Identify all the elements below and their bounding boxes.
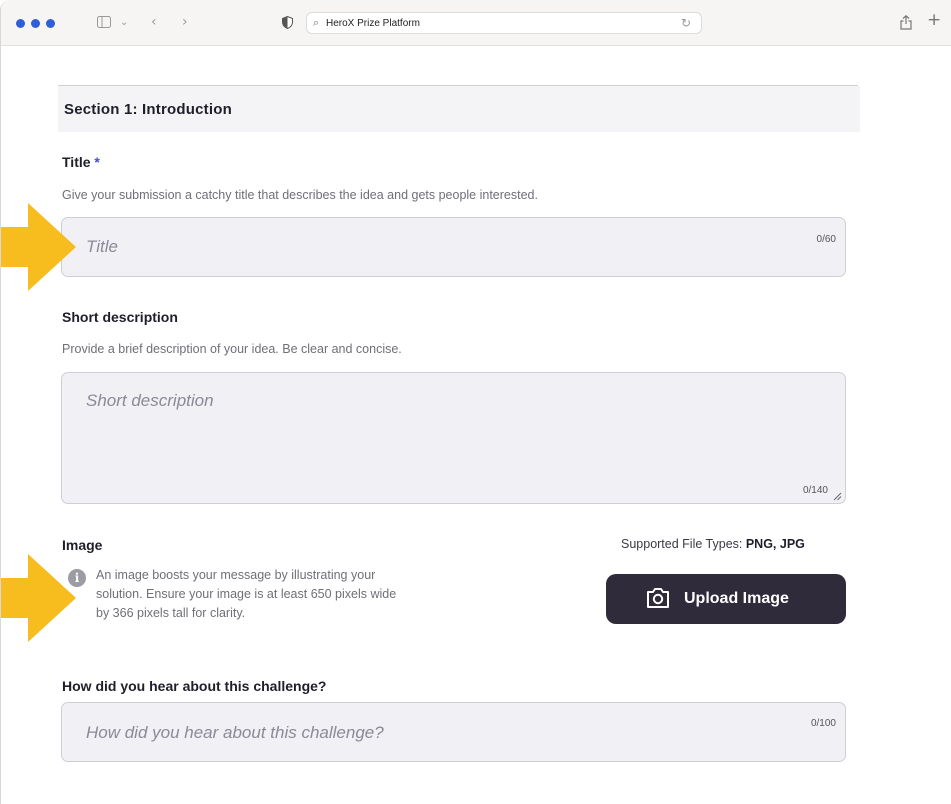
image-help-line: by 366 pixels tall for clarity.	[96, 606, 246, 620]
short-description-char-counter: 0/140	[802, 485, 828, 496]
title-placeholder: Title	[86, 237, 118, 256]
short-description-help-text: Provide a brief description of your idea…	[62, 342, 402, 356]
title-label: Title *	[62, 154, 100, 170]
hear-about-input[interactable]: How did you hear about this challenge? 0…	[61, 702, 846, 762]
zoom-window-button[interactable]	[46, 19, 55, 28]
supported-file-types: Supported File Types: PNG, JPG	[621, 537, 805, 551]
hear-about-char-counter: 0/100	[810, 718, 836, 729]
resize-handle-icon[interactable]	[832, 491, 842, 501]
browser-toolbar: ⌄ ‹ › ⌕ HeroX Prize Platform ↻ +	[1, 0, 951, 46]
section-header: Section 1: Introduction	[58, 86, 860, 132]
back-icon[interactable]: ‹	[151, 15, 157, 29]
camera-icon	[647, 588, 669, 608]
title-help-text: Give your submission a catchy title that…	[62, 188, 538, 202]
hear-about-placeholder: How did you hear about this challenge?	[86, 723, 384, 742]
address-bar[interactable]: ⌕ HeroX Prize Platform ↻	[306, 12, 702, 34]
new-tab-icon[interactable]: +	[927, 12, 941, 29]
privacy-shield-icon[interactable]	[282, 15, 293, 32]
browser-window: ⌄ ‹ › ⌕ HeroX Prize Platform ↻ + Section…	[0, 0, 951, 804]
image-help-line: solution. Ensure your image is at least …	[96, 587, 397, 601]
forward-icon[interactable]: ›	[182, 15, 188, 29]
image-help-line: An image boosts your message by illustra…	[96, 568, 376, 582]
supported-file-types-prefix: Supported File Types:	[621, 537, 746, 551]
upload-image-label: Upload Image	[684, 590, 789, 607]
image-help-text: An image boosts your message by illustra…	[96, 566, 516, 623]
chevron-down-icon[interactable]: ⌄	[120, 16, 128, 30]
short-description-textarea[interactable]: Short description 0/140	[61, 372, 846, 504]
title-char-counter: 0/60	[816, 234, 836, 245]
search-icon: ⌕	[313, 16, 320, 29]
required-marker: *	[94, 154, 100, 170]
minimize-window-button[interactable]	[31, 19, 40, 28]
short-description-placeholder: Short description	[86, 391, 214, 410]
upload-image-button[interactable]: Upload Image	[606, 574, 846, 624]
sidebar-toggle-icon[interactable]	[97, 16, 111, 31]
section-title: Section 1: Introduction	[64, 101, 232, 118]
image-label: Image	[62, 537, 103, 553]
title-input[interactable]: Title 0/60	[61, 217, 846, 277]
supported-file-types-value: PNG, JPG	[745, 537, 805, 551]
share-icon[interactable]	[900, 14, 912, 33]
hear-about-label: How did you hear about this challenge?	[62, 678, 327, 694]
reload-icon[interactable]: ↻	[681, 16, 691, 30]
short-description-label: Short description	[62, 309, 178, 325]
annotation-arrow-icon	[1, 554, 76, 642]
annotation-arrow-icon	[1, 203, 76, 291]
title-label-text: Title	[62, 154, 91, 170]
address-text: HeroX Prize Platform	[326, 18, 420, 29]
close-window-button[interactable]	[16, 19, 25, 28]
